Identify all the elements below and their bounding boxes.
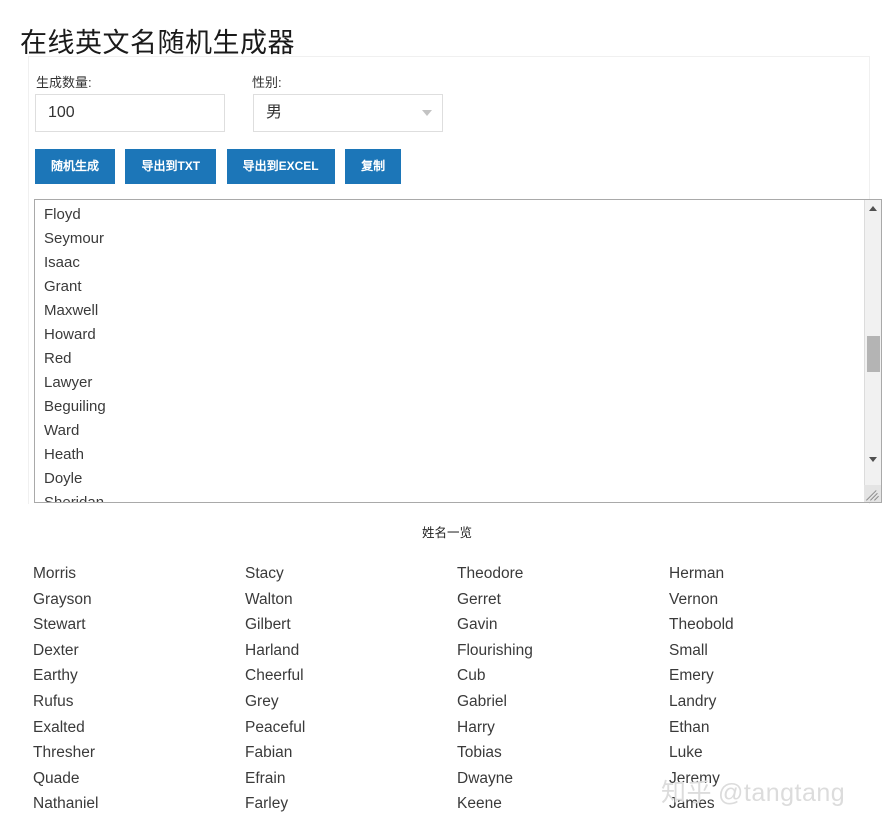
name-item: Peaceful bbox=[245, 715, 457, 741]
name-item: Rufus bbox=[33, 689, 245, 715]
gender-select-value: 男 bbox=[266, 95, 282, 131]
name-item: Tobias bbox=[457, 740, 669, 766]
name-item: Cheerful bbox=[245, 663, 457, 689]
textarea-scrollbar[interactable] bbox=[864, 200, 881, 502]
name-item: Theobold bbox=[669, 612, 873, 638]
gender-label: 性别: bbox=[252, 74, 282, 92]
names-textarea[interactable]: Floyd Seymour Isaac Grant Maxwell Howard… bbox=[34, 199, 882, 503]
name-item: Gabriel bbox=[457, 689, 669, 715]
name-item: Stewart bbox=[33, 612, 245, 638]
generate-button[interactable]: 随机生成 bbox=[35, 149, 115, 184]
name-item: Harland bbox=[245, 638, 457, 664]
page-root: 在线英文名随机生成器 生成数量: 性别: 男 随机生成 导出到TXT 导出到EX… bbox=[0, 0, 894, 815]
resize-grip-icon[interactable] bbox=[864, 485, 881, 502]
name-item: Thresher bbox=[33, 740, 245, 766]
names-textarea-content: Floyd Seymour Isaac Grant Maxwell Howard… bbox=[44, 203, 861, 503]
name-item: Quade bbox=[33, 766, 245, 792]
name-item: Gavin bbox=[457, 612, 669, 638]
gender-select[interactable]: 男 bbox=[253, 94, 443, 132]
triangle-down-icon bbox=[869, 457, 877, 462]
name-item: Fabian bbox=[245, 740, 457, 766]
names-grid: Morris Grayson Stewart Dexter Earthy Ruf… bbox=[33, 561, 873, 815]
count-input[interactable] bbox=[35, 94, 225, 132]
name-item: Dwayne bbox=[457, 766, 669, 792]
count-label: 生成数量: bbox=[36, 74, 92, 92]
name-item: Ethan bbox=[669, 715, 873, 741]
form-row: 生成数量: 性别: 男 bbox=[28, 70, 870, 140]
name-item: James bbox=[669, 791, 873, 815]
name-item: Farley bbox=[245, 791, 457, 815]
names-column-1: Morris Grayson Stewart Dexter Earthy Ruf… bbox=[33, 561, 245, 815]
name-item: Walton bbox=[245, 587, 457, 613]
copy-button[interactable]: 复制 bbox=[345, 149, 401, 184]
name-item: Flourishing bbox=[457, 638, 669, 664]
name-item: Gerret bbox=[457, 587, 669, 613]
name-item: Gilbert bbox=[245, 612, 457, 638]
name-item: Small bbox=[669, 638, 873, 664]
name-item: Stacy bbox=[245, 561, 457, 587]
names-column-4: Herman Vernon Theobold Small Emery Landr… bbox=[669, 561, 873, 815]
name-item: Emery bbox=[669, 663, 873, 689]
triangle-up-icon bbox=[869, 206, 877, 211]
name-item: Luke bbox=[669, 740, 873, 766]
scroll-up-button[interactable] bbox=[865, 200, 881, 217]
name-item: Efrain bbox=[245, 766, 457, 792]
scrollbar-thumb[interactable] bbox=[867, 336, 880, 372]
name-item: Theodore bbox=[457, 561, 669, 587]
export-excel-button[interactable]: 导出到EXCEL bbox=[227, 149, 335, 184]
names-section-heading: 姓名一览 bbox=[0, 524, 894, 542]
name-item: Keene bbox=[457, 791, 669, 815]
names-column-2: Stacy Walton Gilbert Harland Cheerful Gr… bbox=[245, 561, 457, 815]
name-item: Grey bbox=[245, 689, 457, 715]
export-txt-button[interactable]: 导出到TXT bbox=[125, 149, 216, 184]
name-item: Vernon bbox=[669, 587, 873, 613]
name-item: Earthy bbox=[33, 663, 245, 689]
name-item: Exalted bbox=[33, 715, 245, 741]
action-button-row: 随机生成 导出到TXT 导出到EXCEL 复制 bbox=[35, 149, 407, 184]
name-item: Cub bbox=[457, 663, 669, 689]
chevron-down-icon bbox=[422, 110, 432, 116]
name-item: Landry bbox=[669, 689, 873, 715]
name-item: Nathaniel bbox=[33, 791, 245, 815]
name-item: Grayson bbox=[33, 587, 245, 613]
name-item: Dexter bbox=[33, 638, 245, 664]
names-column-3: Theodore Gerret Gavin Flourishing Cub Ga… bbox=[457, 561, 669, 815]
name-item: Morris bbox=[33, 561, 245, 587]
scroll-down-button[interactable] bbox=[865, 451, 881, 468]
name-item: Jeremy bbox=[669, 766, 873, 792]
name-item: Harry bbox=[457, 715, 669, 741]
name-item: Herman bbox=[669, 561, 873, 587]
